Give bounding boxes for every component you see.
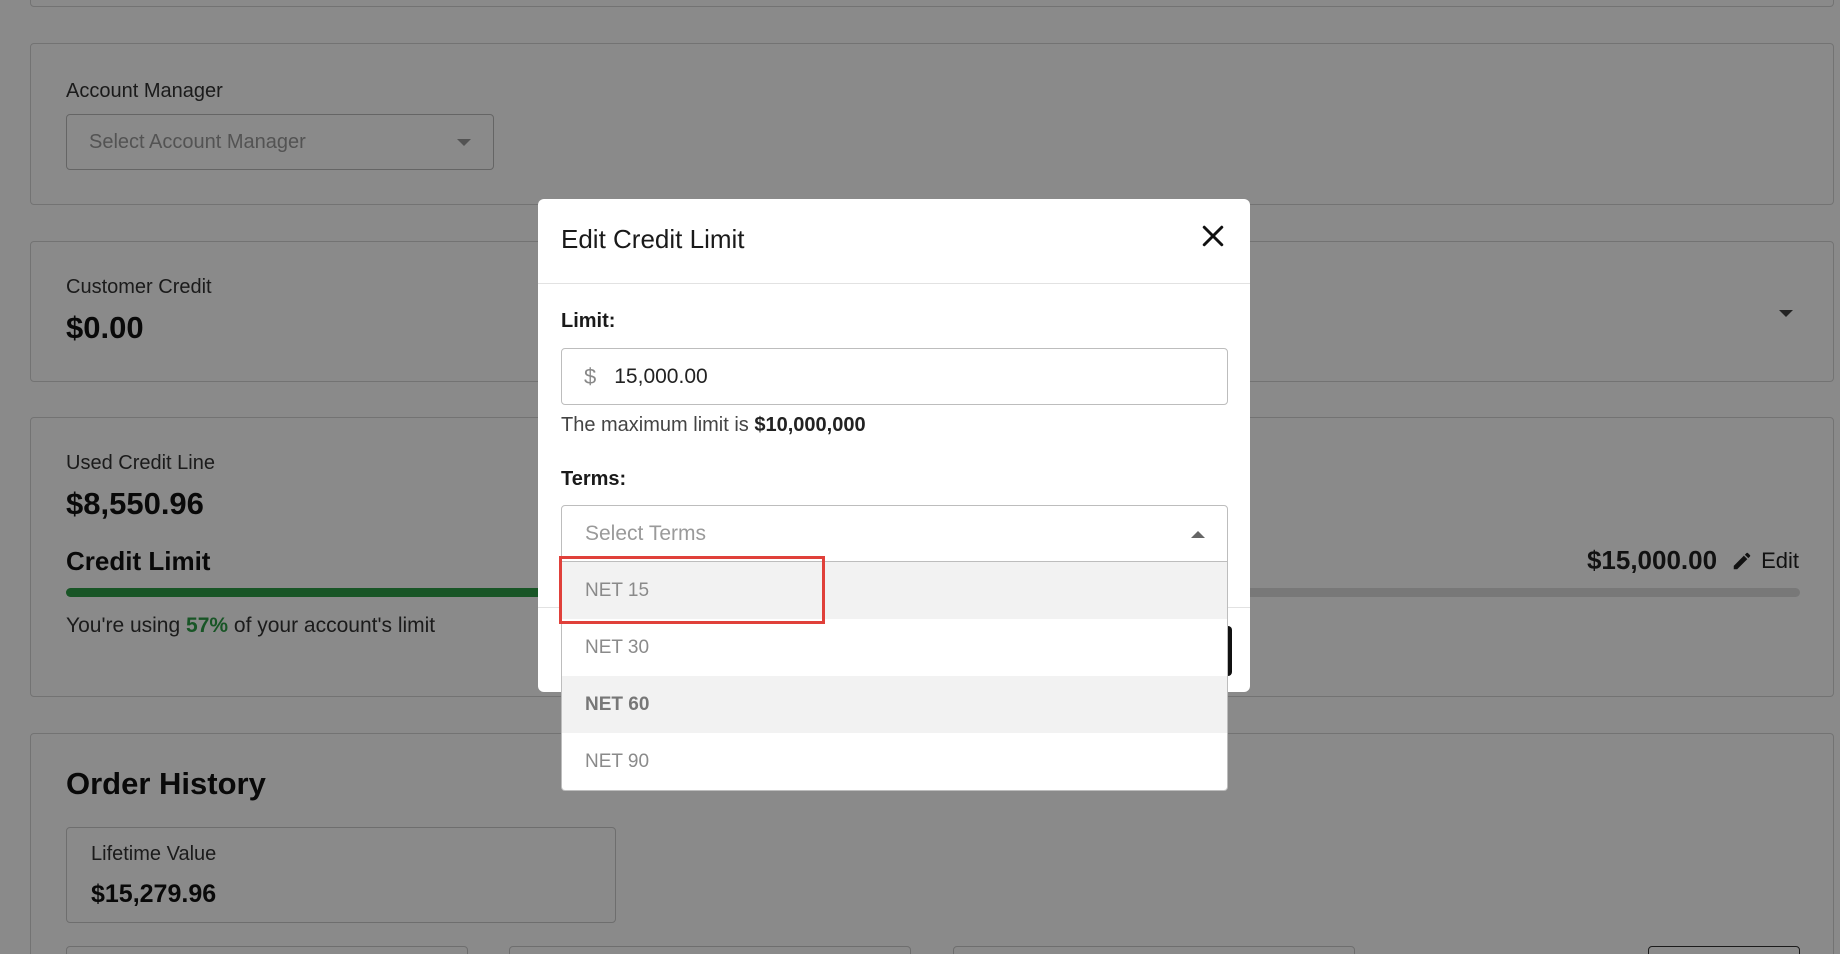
terms-select[interactable]: Select Terms: [561, 505, 1228, 562]
hint-max: $10,000,000: [754, 414, 866, 436]
limit-hint: The maximum limit is $10,000,000: [561, 414, 866, 437]
terms-option-net-30[interactable]: NET 30: [562, 619, 1227, 676]
terms-dropdown: NET 15 NET 30 NET 60 NET 90: [561, 562, 1228, 791]
close-icon[interactable]: [1198, 221, 1228, 251]
hint-prefix: The maximum limit is: [561, 414, 749, 436]
limit-value: 15,000.00: [614, 364, 708, 388]
limit-label: Limit:: [561, 310, 616, 332]
chevron-up-icon: [1191, 531, 1205, 538]
terms-option-net-90[interactable]: NET 90: [562, 733, 1227, 790]
modal-header: Edit Credit Limit: [538, 199, 1250, 284]
limit-input[interactable]: $ 15,000.00: [561, 348, 1228, 405]
modal-title: Edit Credit Limit: [561, 224, 745, 254]
terms-label: Terms:: [561, 468, 627, 490]
dollar-icon: $: [584, 363, 597, 389]
terms-placeholder: Select Terms: [585, 522, 706, 545]
terms-option-net-15[interactable]: NET 15: [562, 562, 1227, 619]
terms-option-net-60[interactable]: NET 60: [562, 676, 1227, 733]
